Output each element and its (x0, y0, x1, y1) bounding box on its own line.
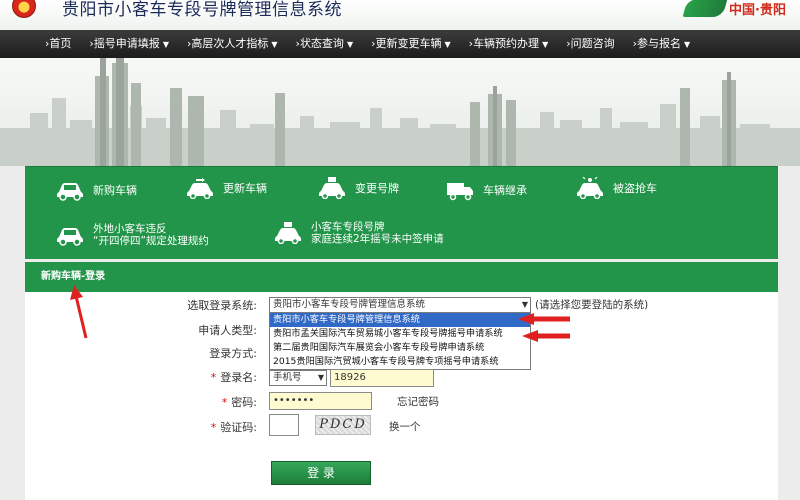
service-change-plate[interactable]: 变更号牌 (317, 177, 399, 199)
service-label-two-line: 外地小客车违反 “开四停四”规定处理规约 (93, 223, 209, 247)
service-label-two-line: 小客车专段号牌 家庭连续2年摇号未中签申请 (311, 221, 444, 245)
system-option[interactable]: 2015贵阳国际汽贸城小客车专段号牌专项摇号申请系统 (270, 355, 530, 369)
login-type-value: 手机号 (273, 372, 302, 383)
service-stolen-car[interactable]: 被盗抢车 (575, 177, 657, 199)
caret-down-icon: ▼ (684, 39, 691, 49)
applicant-type-label: 申请人类型: (198, 324, 257, 337)
login-button[interactable]: 登 录 (271, 461, 371, 485)
nav-label: 摇号申请填报 (93, 36, 160, 50)
nav-label: 首页 (49, 37, 72, 50)
dropdown-arrow-icon: ▼ (317, 373, 324, 382)
caret-down-icon: ▼ (271, 39, 278, 49)
skyline-illustration (0, 58, 800, 166)
nav-label: 参与报名 (637, 36, 682, 50)
system-option[interactable]: 第二届贵阳国际汽车展览会小客车专段号牌申请系统 (270, 341, 530, 355)
service-label: 新购车辆 (93, 184, 137, 197)
service-label-line1: 外地小客车违反 (93, 223, 167, 235)
nav-item-vehicle-booking[interactable]: ›车辆预约办理 ▼ (460, 30, 558, 59)
system-hint: (请选择您要登陆的系统) (535, 299, 649, 311)
service-label-line2: 家庭连续2年摇号未中签申请 (311, 233, 444, 245)
required-asterisk: * (210, 421, 217, 434)
service-family-apply[interactable]: 小客车专段号牌 家庭连续2年摇号未中签申请 (273, 221, 444, 245)
car-icon (57, 228, 83, 246)
service-label: 车辆继承 (483, 184, 527, 197)
service-label: 变更号牌 (355, 182, 399, 195)
nav-label: 更新变更车辆 (375, 36, 442, 50)
nav-item-consult[interactable]: ›问题咨询 (557, 30, 623, 58)
password-input[interactable]: ••••••• (269, 392, 372, 410)
service-update-car[interactable]: 更新车辆 (185, 177, 267, 199)
car-alarm-icon (577, 177, 603, 199)
brand-logo: 中国·贵阳 (682, 0, 786, 19)
nav-item-signup[interactable]: ›参与报名 ▼ (624, 30, 700, 59)
login-form: 选取登录系统: 贵阳市小客车专段号牌管理信息系统 ▼ (请选择您要登陆的系统) … (25, 292, 778, 500)
caret-down-icon: ▼ (542, 39, 549, 49)
nav-item-home[interactable]: ›首页 (36, 30, 80, 58)
car-plate-icon (275, 222, 301, 244)
caret-down-icon: ▼ (346, 39, 354, 49)
car-icon (57, 183, 83, 201)
password-label: * 密码: (222, 394, 257, 410)
site-header: 贵阳市小客车专段号牌管理信息系统 中国·贵阳 (0, 0, 800, 30)
service-label-line2: “开四停四”规定处理规约 (93, 235, 209, 247)
caret-down-icon: ▼ (444, 39, 451, 49)
service-violation-rules[interactable]: 外地小客车违反 “开四停四”规定处理规约 (55, 223, 209, 247)
nav-item-lottery-apply[interactable]: ›摇号申请填报 ▼ (80, 30, 178, 59)
system-option[interactable]: 贵阳市小客车专段号牌管理信息系统 (270, 313, 530, 327)
login-section-title: 新购车辆-登录 (25, 262, 778, 292)
nav-label: 车辆预约办理 (473, 36, 540, 50)
system-label: 选取登录系统: (187, 299, 257, 312)
refresh-captcha-link[interactable]: 换一个 (389, 419, 421, 434)
captcha-label-text: 验证码: (220, 421, 257, 434)
brand-mark-icon (682, 0, 728, 17)
required-asterisk: * (210, 371, 217, 384)
nav-item-status-query[interactable]: ›状态查询 ▼ (287, 30, 363, 59)
truck-icon (447, 183, 473, 201)
system-option[interactable]: 贵阳市孟关国际汽车贸易城小客车专段号牌摇号申请系统 (270, 327, 530, 341)
service-label: 被盗抢车 (613, 182, 657, 195)
system-options-list: 贵阳市小客车专段号牌管理信息系统 贵阳市孟关国际汽车贸易城小客车专段号牌摇号申请… (269, 312, 531, 370)
site-title: 贵阳市小客车专段号牌管理信息系统 (62, 0, 342, 20)
car-plate-icon (319, 177, 345, 199)
nav-item-talent-quota[interactable]: ›高层次人才指标 ▼ (178, 30, 287, 59)
login-name-label-text: 登录名: (220, 371, 257, 384)
brand-text: 中国·贵阳 (729, 2, 786, 18)
service-panel: 新购车辆 更新车辆 变更号牌 车辆继承 被盗抢车 外地小客车违反 “开四停四”规… (25, 166, 778, 259)
system-select[interactable]: 贵阳市小客车专段号牌管理信息系统 ▼ (269, 297, 531, 313)
login-name-label: * 登录名: (211, 369, 257, 385)
captcha-image: PDCD (315, 415, 371, 435)
login-name-input[interactable]: 18926 (330, 369, 434, 387)
service-inherit-car[interactable]: 车辆继承 (445, 179, 527, 201)
nav-label: 高层次人才指标 (191, 36, 269, 50)
dropdown-arrow-icon: ▼ (521, 300, 528, 309)
main-nav: ›首页 ›摇号申请填报 ▼ ›高层次人才指标 ▼ ›状态查询 ▼ ›更新变更车辆 ▼ ›… (0, 30, 800, 58)
login-type-select[interactable]: 手机号 ▼ (269, 370, 327, 386)
nav-label: 状态查询 (299, 36, 344, 50)
nav-item-update-vehicle[interactable]: ›更新变更车辆 ▼ (362, 30, 460, 59)
city-skyline-banner (0, 58, 800, 166)
captcha-input[interactable] (269, 414, 299, 436)
police-emblem-icon (12, 0, 36, 18)
service-label: 更新车辆 (223, 182, 267, 195)
forgot-password-link[interactable]: 忘记密码 (397, 394, 439, 409)
service-new-car[interactable]: 新购车辆 (55, 179, 137, 201)
car-refresh-icon (187, 178, 213, 199)
service-label-line1: 小客车专段号牌 (311, 221, 385, 233)
caret-down-icon: ▼ (162, 39, 169, 49)
nav-label: 问题咨询 (570, 37, 615, 50)
system-select-value: 贵阳市小客车专段号牌管理信息系统 (273, 299, 426, 310)
password-label-text: 密码: (231, 396, 257, 409)
captcha-label: * 验证码: (211, 419, 257, 435)
login-method-label: 登录方式: (209, 347, 257, 360)
required-asterisk: * (221, 396, 228, 409)
